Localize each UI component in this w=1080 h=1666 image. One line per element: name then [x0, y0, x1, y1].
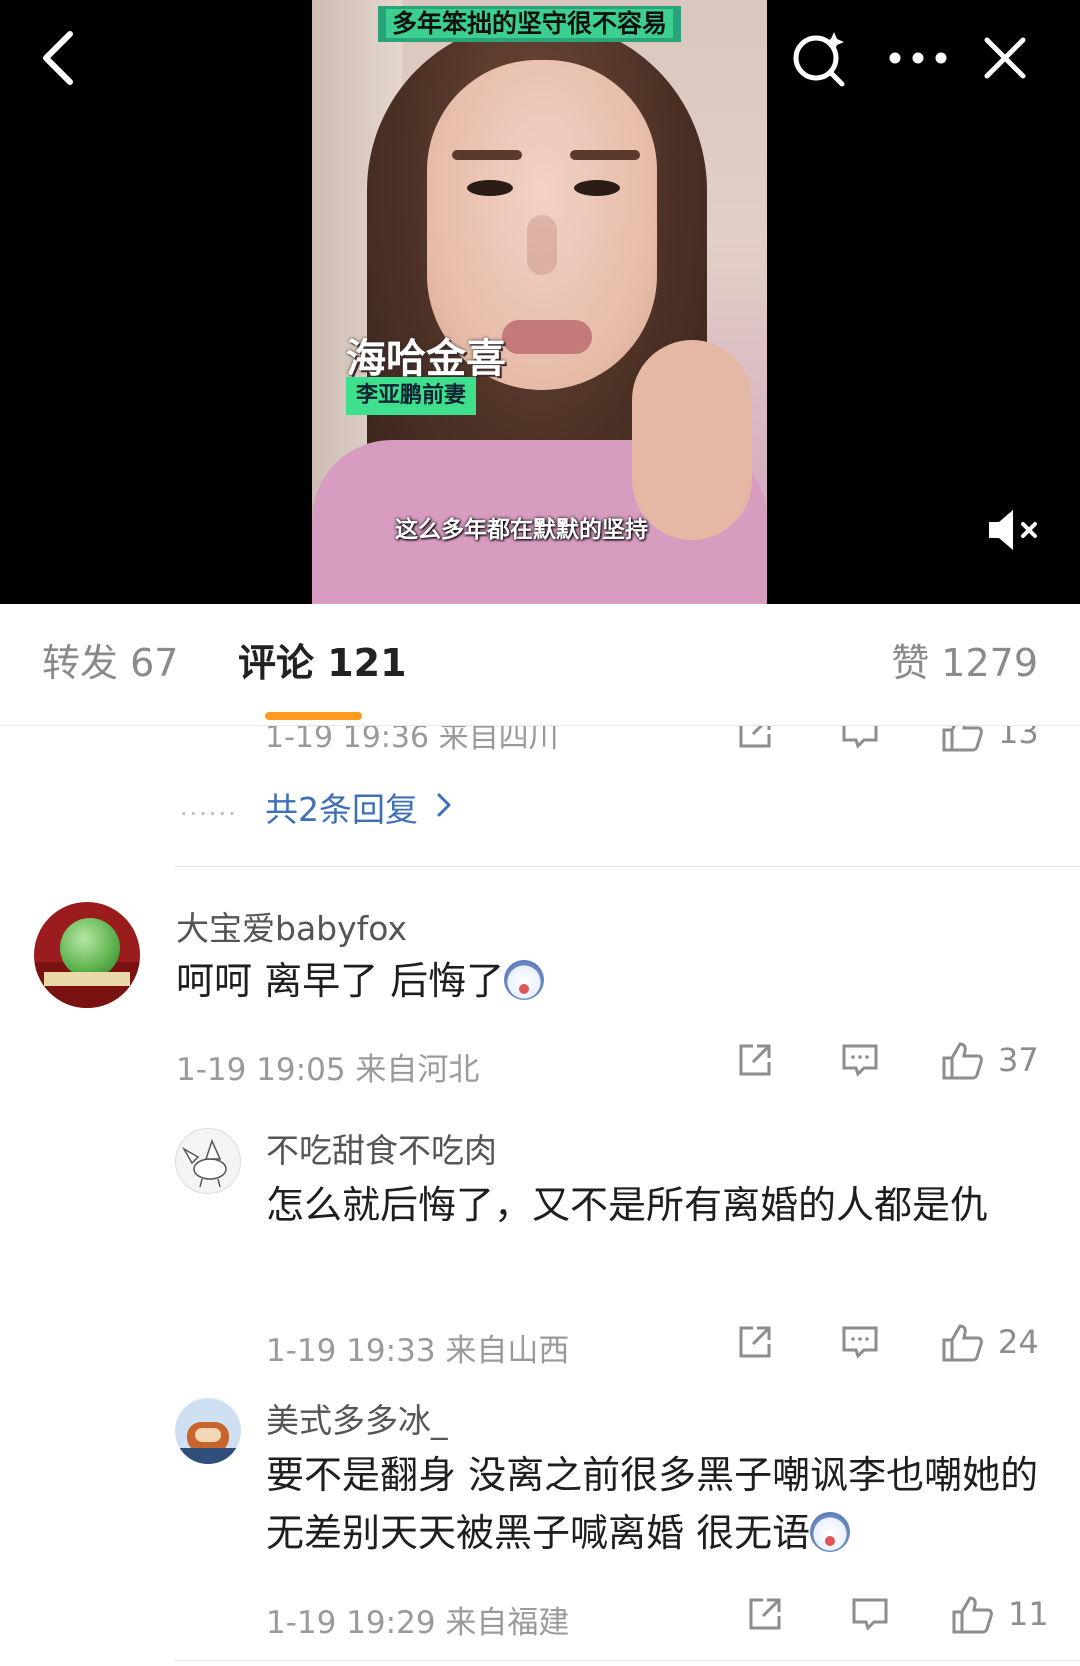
comment-actions: 37 [735, 1040, 1045, 1084]
reply-button[interactable] [840, 1322, 880, 1362]
reply-button[interactable] [840, 726, 880, 752]
thumbs-up-icon [942, 1042, 983, 1080]
like-button[interactable]: 24 [940, 1322, 1039, 1362]
tab-active-indicator [265, 712, 362, 720]
thumbs-up-icon [942, 726, 983, 752]
video-caption-bottom: 这么多年都在默默的坚持 [395, 517, 648, 543]
like-button[interactable]: 13 [940, 726, 1039, 752]
chevron-right-icon [436, 788, 452, 826]
share-button[interactable] [745, 1594, 785, 1634]
partial-comment-action-row: 1-19 19:36 来自四川 13 [0, 726, 1080, 756]
comment-bubble-icon [842, 726, 878, 749]
tab-like[interactable]: 赞 1279 [891, 640, 1038, 686]
share-icon [749, 1598, 781, 1630]
reply-actions: 24 [735, 1322, 1045, 1366]
reply-text: 怎么就后悔了，又不是所有离婚的人都是仇 [266, 1183, 989, 1227]
reply-button[interactable] [850, 1594, 890, 1634]
reply-text-body: 要不是翻身 没离之前很多黑子嘲讽李也嘲她的 无差别天天被黑子喊离婚 很无语 [266, 1453, 1039, 1555]
comment-bubble-icon [842, 1044, 878, 1077]
thumbs-up-icon [942, 1324, 983, 1362]
share-button[interactable] [735, 726, 775, 752]
reply-actions: 11 [745, 1594, 1055, 1638]
more-replies-dots: ...... [180, 793, 238, 821]
reply-username[interactable]: 美式多多冰_ [266, 1394, 448, 1442]
comment-bubble-icon [842, 1326, 878, 1359]
reply-meta: 1-19 19:29 来自福建 [266, 1605, 570, 1641]
avatar[interactable] [175, 1398, 241, 1464]
video-caption-top: 多年笨拙的坚守很不容易 [378, 6, 682, 42]
tab-bar: 转发 67 评论 121 赞 1279 [0, 604, 1080, 726]
back-button[interactable] [28, 28, 88, 88]
comment-username[interactable]: 大宝爱babyfox [176, 902, 407, 950]
share-icon [739, 1044, 771, 1076]
reply-username[interactable]: 不吃甜食不吃肉 [266, 1124, 497, 1172]
more-button[interactable] [888, 28, 948, 88]
more-replies-link[interactable]: 共2条回复 [265, 783, 418, 831]
like-count: 37 [998, 1041, 1039, 1079]
video-caption-subtitle: 李亚鹏前妻 [346, 377, 477, 415]
video-brow-right [570, 150, 640, 160]
avatar[interactable] [175, 1128, 241, 1194]
reply-meta: 1-19 19:33 来自山西 [266, 1333, 570, 1369]
tab-repost[interactable]: 转发 67 [42, 640, 178, 686]
mute-toggle[interactable] [985, 505, 1045, 555]
share-button[interactable] [735, 1322, 775, 1362]
comment-divider [175, 1660, 1080, 1661]
comment-actions: 13 [735, 726, 1045, 752]
share-icon [739, 726, 771, 748]
search-sparkle-icon [793, 32, 845, 87]
thumbs-up-icon [952, 1596, 993, 1634]
comment-meta: 1-19 19:36 来自四川 [265, 726, 559, 755]
video-lips [502, 320, 592, 354]
back-arrow-icon [43, 31, 73, 85]
like-count: 13 [998, 726, 1039, 751]
share-button[interactable] [735, 1040, 775, 1080]
comment-text-body: 呵呵 离早了 后悔了 [176, 959, 505, 1003]
video-nose [527, 215, 557, 275]
like-count: 24 [998, 1323, 1039, 1361]
video-eye-right [574, 180, 620, 196]
search-button[interactable] [790, 28, 850, 88]
comment-divider [175, 866, 1080, 867]
like-button[interactable]: 37 [940, 1040, 1039, 1080]
close-icon [984, 37, 1026, 79]
more-dots-icon [889, 52, 947, 64]
view-more-replies[interactable]: ...... 共2条回复 [180, 785, 452, 829]
husky-emoji-icon [810, 1512, 851, 1552]
close-button[interactable] [975, 28, 1035, 88]
muted-speaker-icon [989, 510, 1037, 550]
husky-emoji-icon [504, 960, 545, 1000]
video-person-hand [632, 340, 752, 540]
comment-meta: 1-19 19:05 来自河北 [176, 1052, 480, 1088]
comment-bubble-icon [852, 1598, 888, 1631]
comment-text: 呵呵 离早了 后悔了 [176, 952, 545, 1010]
video-player[interactable]: 多年笨拙的坚守很不容易 海哈金喜 李亚鹏前妻 这么多年都在默默的坚持 [0, 0, 1080, 604]
share-icon [739, 1326, 771, 1358]
tab-comment[interactable]: 评论 121 [238, 640, 407, 686]
like-button[interactable]: 11 [950, 1594, 1049, 1634]
reply-button[interactable] [840, 1040, 880, 1080]
video-brow-left [452, 150, 522, 160]
video-eye-left [467, 180, 513, 196]
video-caption-name: 海哈金喜 [346, 336, 506, 382]
avatar[interactable] [34, 902, 140, 1008]
reply-text: 要不是翻身 没离之前很多黑子嘲讽李也嘲她的 无差别天天被黑子喊离婚 很无语 [266, 1446, 1046, 1562]
like-count: 11 [1008, 1595, 1049, 1633]
pegasus-avatar-icon [181, 1138, 227, 1188]
